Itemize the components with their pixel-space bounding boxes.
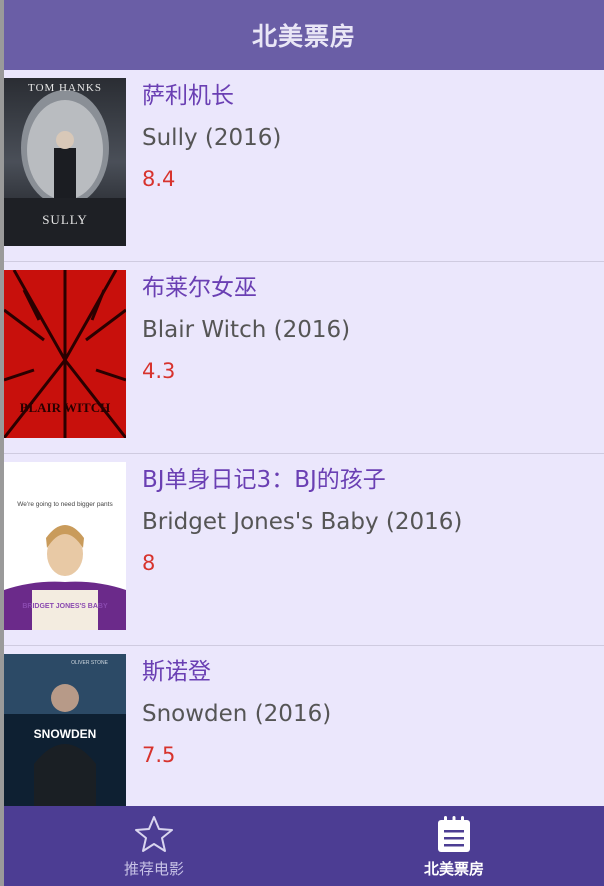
star-icon (135, 815, 173, 852)
movie-rating: 8.4 (142, 167, 176, 191)
movie-poster: OLIVER STONE SNOWDEN (4, 654, 126, 806)
tab-label: 北美票房 (423, 859, 484, 878)
tab-label: 推荐电影 (123, 859, 184, 878)
list-item[interactable]: OLIVER STONE SNOWDEN 斯诺登 Snowden (2016) … (4, 646, 604, 806)
page-title: 北美票房 (251, 22, 356, 51)
movie-title-cn: BJ单身日记3：BJ的孩子 (142, 467, 386, 493)
movie-title-en: Snowden (2016) (142, 701, 332, 727)
poster-bottom-text: SNOWDEN (34, 727, 97, 741)
list-item[interactable]: We're going to need bigger pants BRIDGET… (4, 454, 604, 646)
movie-list[interactable]: TOM HANKS SULLY 萨利机长 Sully (2016) 8.4 BL… (4, 70, 604, 806)
movie-title-en: Sully (2016) (142, 125, 282, 151)
poster-bottom-text: SULLY (42, 212, 88, 227)
movie-title-cn: 斯诺登 (142, 659, 211, 685)
movie-title-en: Blair Witch (2016) (142, 317, 351, 343)
poster-bottom-text: BRIDGET JONES'S BABY (22, 603, 108, 610)
app-window: 北美票房 TOM HANKS SULLY 萨利机长 Sully (2016) 8… (0, 0, 604, 886)
tab-recommended[interactable]: 推荐电影 (4, 806, 304, 886)
movie-poster: BLAIR WITCH (4, 270, 126, 438)
poster-top-text: We're going to need bigger pants (17, 501, 113, 508)
movie-poster: We're going to need bigger pants BRIDGET… (4, 462, 126, 630)
list-item[interactable]: BLAIR WITCH 布莱尔女巫 Blair Witch (2016) 4.3 (4, 262, 604, 454)
header-bar: 北美票房 (4, 0, 604, 70)
poster-top-text: TOM HANKS (28, 82, 102, 94)
tab-box-office[interactable]: 北美票房 (304, 806, 604, 886)
notepad-icon (438, 815, 470, 852)
movie-poster: TOM HANKS SULLY (4, 78, 126, 246)
movie-title-en: Bridget Jones's Baby (2016) (142, 509, 463, 535)
poster-bottom-text: BLAIR WITCH (20, 400, 110, 415)
bottom-tab-bar: 推荐电影 北美票房 (4, 806, 604, 886)
movie-rating: 7.5 (142, 743, 176, 767)
movie-title-cn: 萨利机长 (142, 83, 234, 109)
movie-rating: 8 (142, 551, 156, 575)
poster-top-text: OLIVER STONE (71, 660, 109, 666)
movie-title-cn: 布莱尔女巫 (142, 275, 257, 301)
movie-rating: 4.3 (142, 359, 176, 383)
list-item[interactable]: TOM HANKS SULLY 萨利机长 Sully (2016) 8.4 (4, 70, 604, 262)
